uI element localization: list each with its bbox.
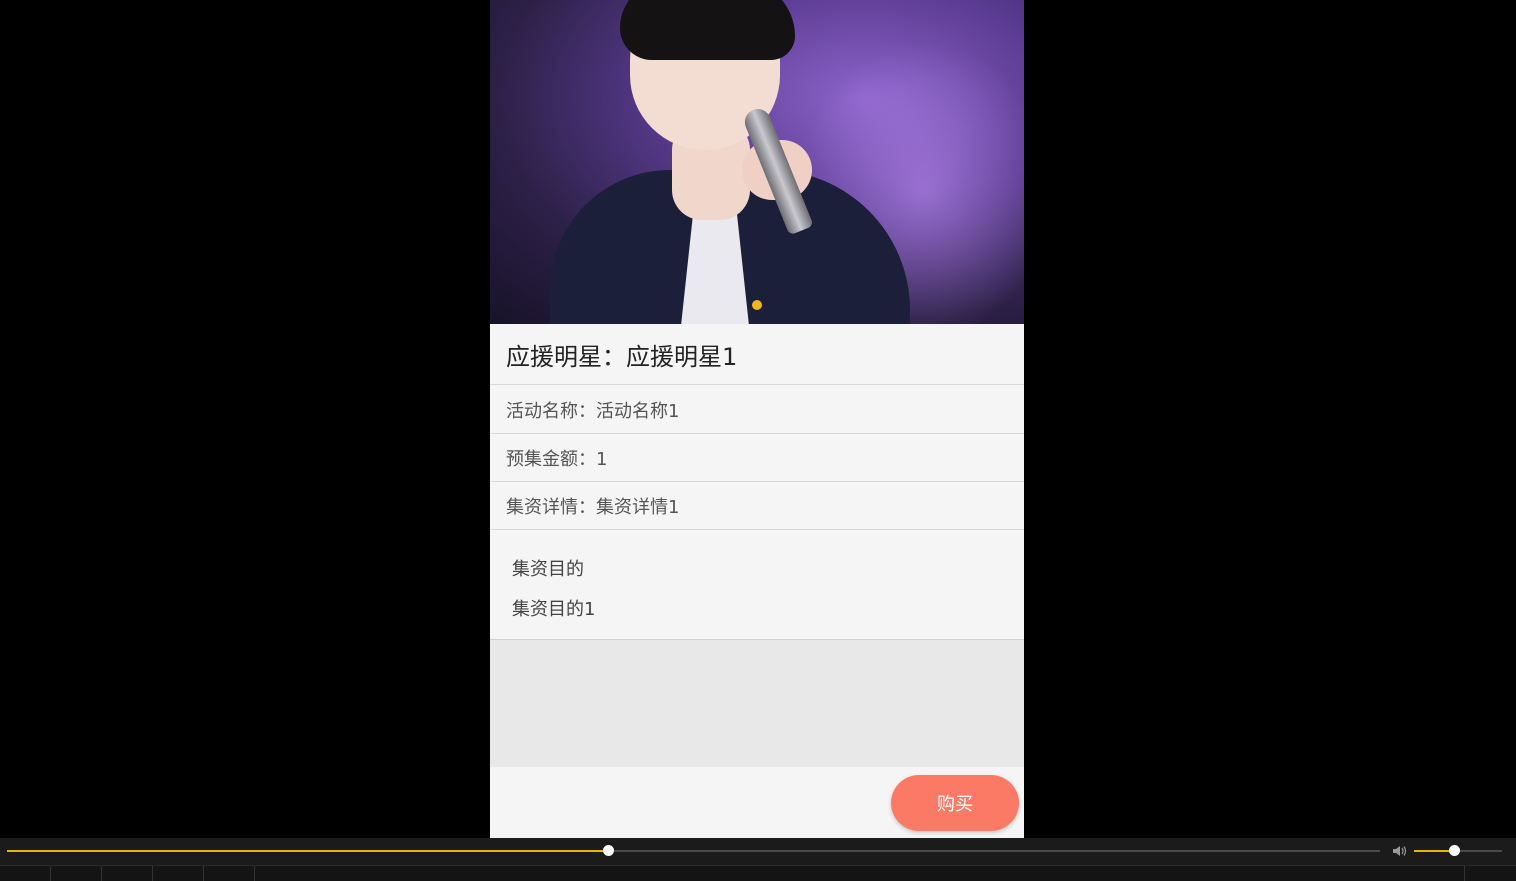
seek-bar[interactable] bbox=[7, 845, 1380, 856]
star-title: 应援明星：应援明星1 bbox=[490, 324, 1024, 385]
activity-name-row: 活动名称：活动名称1 bbox=[490, 386, 1024, 434]
video-stage: 应援明星：应援明星1 活动名称：活动名称1 预集金额：1 集资详情：集资详情1 … bbox=[0, 0, 1516, 838]
player-controls bbox=[0, 838, 1516, 881]
bottom-action-bar: 购买 bbox=[490, 767, 1024, 838]
seek-progress bbox=[7, 850, 609, 852]
volume-handle[interactable] bbox=[1448, 845, 1460, 856]
volume-slider[interactable] bbox=[1414, 845, 1502, 856]
funding-details-row: 集资详情：集资详情1 bbox=[490, 482, 1024, 530]
purpose-heading: 集资目的 bbox=[512, 559, 584, 580]
buy-button[interactable]: 购买 bbox=[891, 775, 1019, 831]
speaker-icon[interactable] bbox=[1392, 844, 1408, 858]
purpose-value: 集资目的1 bbox=[512, 599, 596, 620]
bottom-toolbar bbox=[0, 865, 1516, 881]
mobile-page: 应援明星：应援明星1 活动名称：活动名称1 预集金额：1 集资详情：集资详情1 … bbox=[490, 0, 1024, 838]
volume-level bbox=[1414, 850, 1454, 852]
target-amount-row: 预集金额：1 bbox=[490, 434, 1024, 482]
empty-content-area bbox=[490, 640, 1024, 767]
funding-purpose-section: 集资目的 集资目的1 bbox=[490, 531, 1024, 640]
seek-handle[interactable] bbox=[603, 845, 615, 856]
star-photo bbox=[490, 0, 1024, 324]
